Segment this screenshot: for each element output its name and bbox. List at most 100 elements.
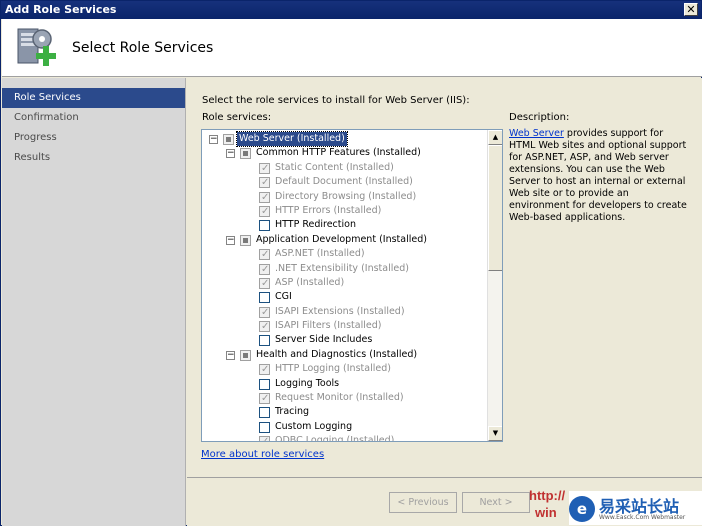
collapse-icon[interactable]: − [226,149,235,159]
tree-row[interactable]: − Web Server (Installed) [202,131,487,147]
server-add-icon [17,28,56,66]
step-progress[interactable]: Progress [2,128,185,148]
tree-checkbox[interactable] [259,363,270,377]
tree-checkbox[interactable] [259,435,270,441]
tree-item-label: .NET Extensibility (Installed) [275,262,409,274]
tree-row[interactable]: ODBC Logging (Installed) [202,434,487,442]
watermark-badge: e 易采站长站 Www.Easck.Com Webmaster [569,491,702,525]
tree-item-label: Directory Browsing (Installed) [275,190,417,202]
tree-row[interactable]: − Health and Diagnostics (Installed) [202,348,487,362]
tree-item-label: Application Development (Installed) [256,233,427,245]
wizard-steps: Role Services Confirmation Progress Resu… [2,78,186,526]
tree-item-label: Common HTTP Features (Installed) [256,147,421,159]
step-role-services[interactable]: Role Services [2,88,185,108]
previous-button[interactable]: < Previous [389,492,457,513]
more-about-role-services-link[interactable]: More about role services [201,449,324,460]
tree-checkbox[interactable] [259,407,270,419]
description-label: Description: [509,112,570,123]
tree-item-label: ISAPI Extensions (Installed) [275,305,405,317]
tree-row[interactable]: ISAPI Filters (Installed) [202,319,487,334]
tree-item-label: ODBC Logging (Installed) [275,435,395,442]
tree-row[interactable]: − Common HTTP Features (Installed) [202,146,487,160]
tree-item-label: Request Monitor (Installed) [275,392,404,404]
tree-checkbox[interactable] [259,320,270,334]
close-button[interactable]: ✕ [684,3,698,16]
role-services-label: Role services: [202,112,272,123]
watermark-url: http:// [529,488,566,503]
scroll-thumb[interactable] [488,145,502,271]
tree-item-label: Default Document (Installed) [275,176,413,188]
add-role-services-dialog: Add Role Services ✕ Select Role Services… [0,0,702,526]
tree-checkbox[interactable] [259,205,270,219]
tree-row[interactable]: − Application Development (Installed) [202,233,487,247]
step-results[interactable]: Results [2,148,185,168]
title-bar: Add Role Services ✕ [1,1,701,19]
collapse-icon[interactable]: − [226,235,235,245]
tree-checkbox[interactable] [259,191,270,205]
tree-checkbox[interactable] [223,134,234,145]
watermark-logo-icon: e [569,496,595,522]
tree-checkbox[interactable] [240,349,251,361]
tree-checkbox[interactable] [259,292,270,304]
tree-item-label: ISAPI Filters (Installed) [275,320,382,332]
role-services-tree[interactable]: − Web Server (Installed) − Common HTTP Feat… [201,129,503,442]
tree-row[interactable]: Server Side Includes [202,333,487,347]
tree-item-label: Web Server (Installed) [236,131,348,147]
watermark: http:// win e 易采站长站 Www.Easck.Com Webmas… [529,485,702,526]
tree-checkbox[interactable] [259,162,270,176]
tree-row[interactable]: HTTP Errors (Installed) [202,204,487,219]
tree-item-label: CGI [275,291,292,303]
tree-checkbox[interactable] [259,306,270,320]
tree-checkbox[interactable] [259,421,270,433]
tree-row[interactable]: Tracing [202,405,487,419]
next-button[interactable]: Next > [462,492,530,513]
tree-row[interactable]: ASP.NET (Installed) [202,247,487,262]
scroll-up-icon[interactable]: ▲ [488,130,502,145]
tree-row[interactable]: HTTP Redirection [202,218,487,232]
tree-item-label: HTTP Redirection [275,219,356,231]
vertical-scrollbar[interactable]: ▲ ▼ [487,130,502,441]
tree-checkbox[interactable] [259,277,270,291]
tree-checkbox[interactable] [259,248,270,262]
tree-checkbox[interactable] [259,176,270,190]
tree-row[interactable]: Logging Tools [202,377,487,391]
tree-item-label: HTTP Errors (Installed) [275,204,382,216]
description-body: provides support for HTML Web sites and … [509,128,687,223]
tree-item-label: Server Side Includes [275,334,373,346]
intro-text: Select the role services to install for … [202,95,470,106]
web-server-link[interactable]: Web Server [509,128,564,139]
tree-item-label: Static Content (Installed) [275,161,394,173]
scroll-down-icon[interactable]: ▼ [488,426,502,441]
collapse-icon[interactable]: − [226,350,235,360]
tree-row[interactable]: Static Content (Installed) [202,161,487,176]
tree-row[interactable]: Directory Browsing (Installed) [202,190,487,205]
tree-item-label: Logging Tools [275,377,340,389]
watermark-url-2: win [535,505,557,520]
tree-row[interactable]: HTTP Logging (Installed) [202,362,487,377]
tree-checkbox[interactable] [240,234,251,246]
tree-checkbox[interactable] [259,263,270,277]
step-confirmation[interactable]: Confirmation [2,108,185,128]
tree-list: − Web Server (Installed) − Common HTTP Feat… [202,131,487,442]
watermark-en-text: Www.Easck.Com Webmaster [599,514,686,521]
window-title: Add Role Services [5,3,117,16]
main-panel: Select the role services to install for … [187,78,702,526]
tree-row[interactable]: .NET Extensibility (Installed) [202,262,487,277]
tree-row[interactable]: ASP (Installed) [202,276,487,291]
tree-row[interactable]: Default Document (Installed) [202,175,487,190]
page-title: Select Role Services [72,40,214,56]
tree-row[interactable]: Custom Logging [202,420,487,434]
tree-row[interactable]: ISAPI Extensions (Installed) [202,305,487,320]
tree-checkbox[interactable] [259,392,270,406]
tree-row[interactable]: CGI [202,290,487,304]
tree-item-label: Health and Diagnostics (Installed) [256,348,418,360]
tree-checkbox[interactable] [259,335,270,347]
tree-checkbox[interactable] [240,148,251,160]
tree-item-label: ASP (Installed) [275,276,345,288]
tree-checkbox[interactable] [259,378,270,390]
tree-row[interactable]: Request Monitor (Installed) [202,391,487,406]
tree-checkbox[interactable] [259,220,270,232]
collapse-icon[interactable]: − [209,135,218,144]
tree-item-label: HTTP Logging (Installed) [275,363,391,375]
description-text: Web Server provides support for HTML Web… [509,128,687,224]
